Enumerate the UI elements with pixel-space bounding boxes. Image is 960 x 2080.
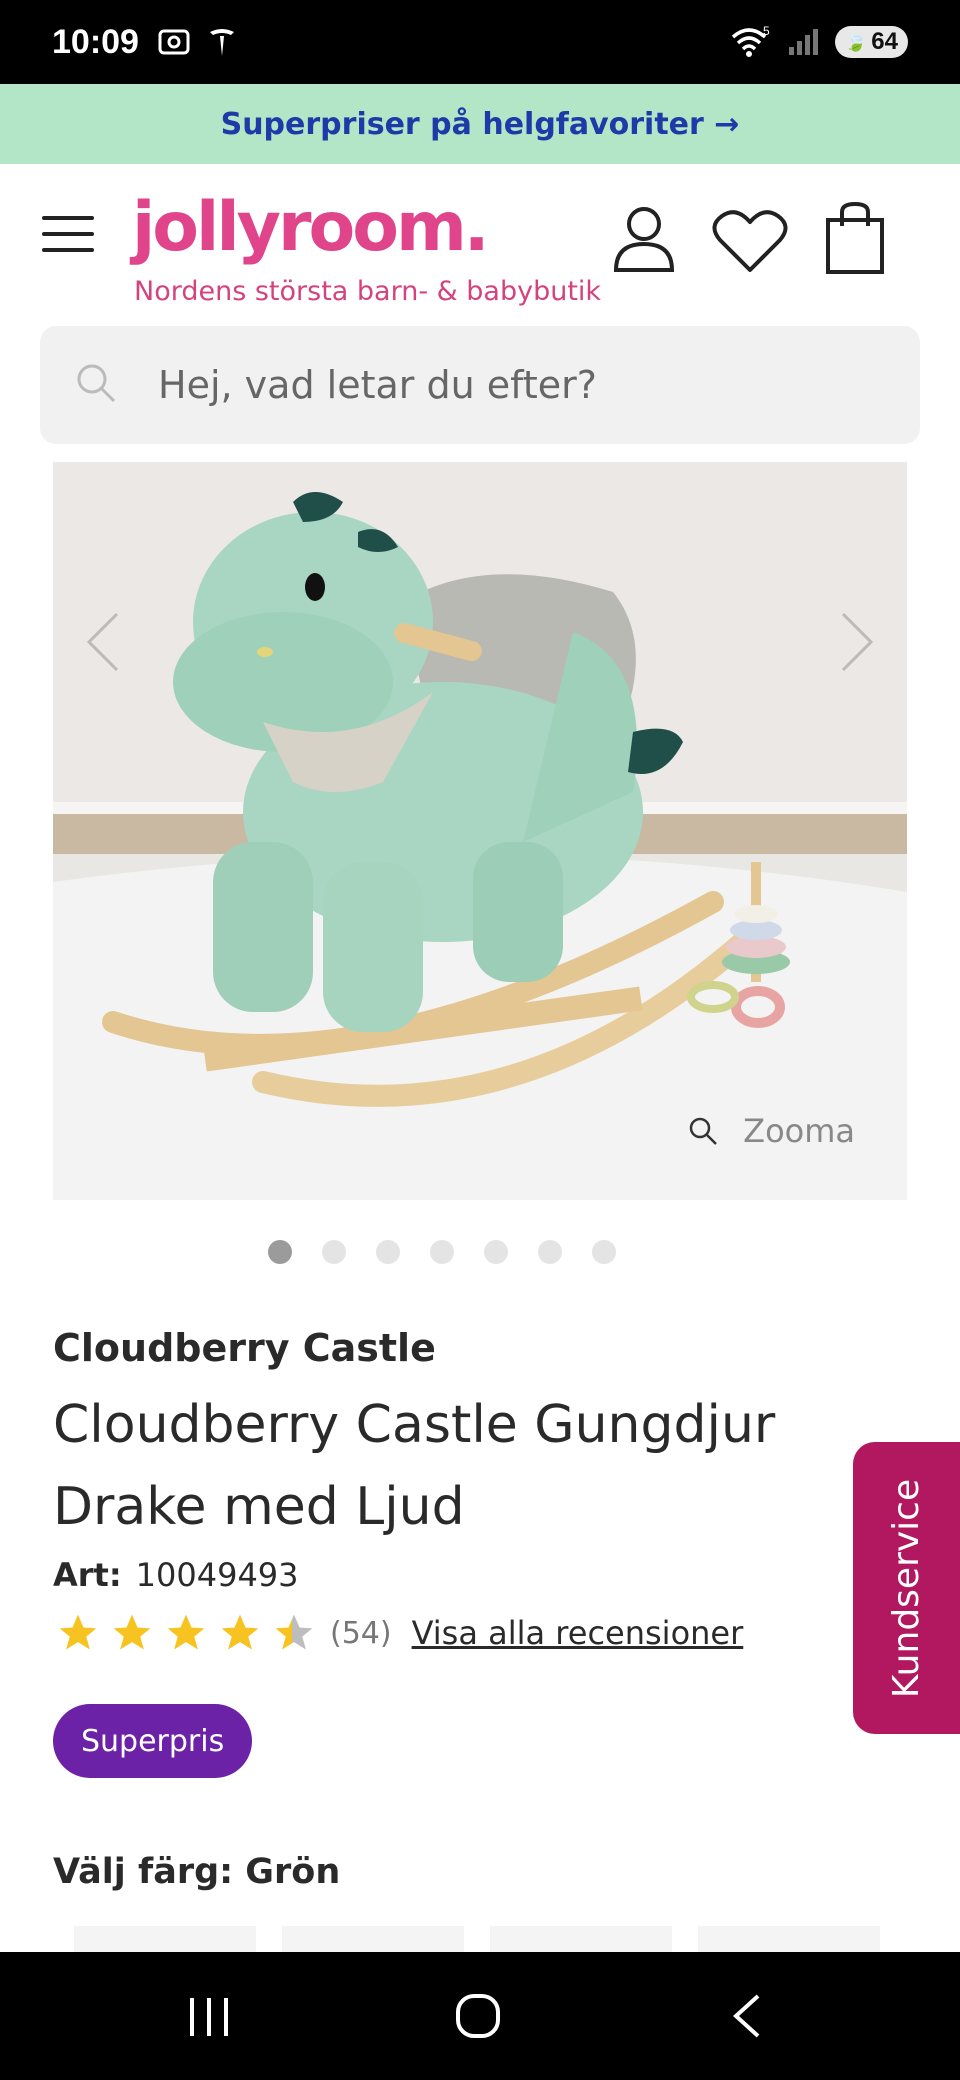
color-selector-label: Välj färg: Grön (53, 1852, 341, 1892)
color-swatch[interactable] (698, 1926, 880, 1952)
star-filled-icon (59, 1614, 97, 1650)
svg-text:5: 5 (763, 25, 770, 38)
hamburger-line (42, 216, 94, 220)
gallery-dot[interactable] (592, 1240, 616, 1264)
star-filled-icon (113, 1614, 151, 1650)
hamburger-line (42, 232, 94, 236)
rating-stars (56, 1611, 316, 1655)
gallery-dot[interactable] (430, 1240, 454, 1264)
article-label: Art: (53, 1556, 122, 1594)
menu-button[interactable] (42, 216, 94, 256)
product-rating: (54) Visa alla recensioner (56, 1608, 743, 1658)
gallery-prev-arrow-icon[interactable] (73, 602, 133, 682)
back-icon[interactable] (728, 1992, 768, 2040)
zoom-label: Zooma (743, 1112, 855, 1150)
gallery-pagination (0, 1240, 960, 1266)
star-filled-icon (167, 1614, 205, 1650)
product-brand[interactable]: Cloudberry Castle (53, 1326, 436, 1370)
zoom-button[interactable]: Zooma (687, 1112, 855, 1150)
search-bar[interactable] (40, 326, 920, 444)
hamburger-line (42, 248, 94, 252)
site-header: jollyroom. Nordens största barn- & babyb… (0, 164, 960, 324)
article-value: 10049493 (135, 1556, 299, 1594)
customer-service-label: Kundservice (886, 1478, 928, 1698)
site-tagline: Nordens största barn- & babybutik (134, 276, 602, 307)
star-filled-icon (221, 1614, 259, 1650)
article-number: Art: 10049493 (53, 1556, 299, 1594)
review-count: (54) (330, 1615, 392, 1651)
color-swatch[interactable] (282, 1926, 464, 1952)
system-navigation-bar (0, 1952, 960, 2080)
gallery-dot[interactable] (322, 1240, 346, 1264)
zoom-magnifier-icon (689, 1117, 718, 1145)
customer-service-tab[interactable]: Kundservice (853, 1442, 960, 1734)
superpris-badge: Superpris (53, 1704, 253, 1778)
status-time: 10:09 (52, 22, 139, 61)
wishlist-heart-icon[interactable] (712, 208, 788, 274)
color-swatch[interactable] (74, 1926, 256, 1952)
status-right: 5 🍃 64 (729, 25, 908, 59)
site-logo[interactable]: jollyroom. (132, 188, 490, 267)
signal-icon (788, 29, 818, 55)
tesla-icon (209, 29, 234, 56)
all-reviews-link[interactable]: Visa alla recensioner (412, 1614, 744, 1652)
account-icon[interactable] (612, 204, 676, 274)
gallery-dot[interactable] (268, 1240, 292, 1264)
cart-bag-icon[interactable] (824, 200, 886, 276)
screenshot-icon (158, 29, 190, 55)
product-image[interactable] (53, 462, 907, 1200)
battery-indicator: 🍃 64 (834, 26, 908, 58)
status-bar: 10:09 5 🍃 64 (0, 0, 960, 84)
battery-level: 64 (871, 28, 898, 55)
gallery-dot[interactable] (376, 1240, 400, 1264)
search-icon (77, 364, 116, 403)
gallery-next-arrow-icon[interactable] (827, 602, 887, 682)
recent-apps-icon[interactable] (186, 1994, 232, 2040)
search-icon-wrap (74, 361, 134, 409)
status-icons-left (157, 26, 237, 58)
product-title: Cloudberry Castle Gungdjur Drake med Lju… (53, 1395, 776, 1537)
search-input[interactable] (156, 362, 856, 408)
star-half-icon (275, 1614, 313, 1650)
home-icon[interactable] (454, 1992, 502, 2040)
promo-text[interactable]: Superpriser på helgfavoriter → (221, 107, 740, 142)
gallery-dot[interactable] (538, 1240, 562, 1264)
wifi-icon: 5 (731, 25, 770, 57)
gallery-dot[interactable] (484, 1240, 508, 1264)
color-swatch[interactable] (490, 1926, 672, 1952)
product-image-gallery[interactable]: Zooma (53, 462, 907, 1200)
promo-banner[interactable]: Superpriser på helgfavoriter → (0, 84, 960, 164)
battery-saver-icon: 🍃 (844, 31, 868, 52)
